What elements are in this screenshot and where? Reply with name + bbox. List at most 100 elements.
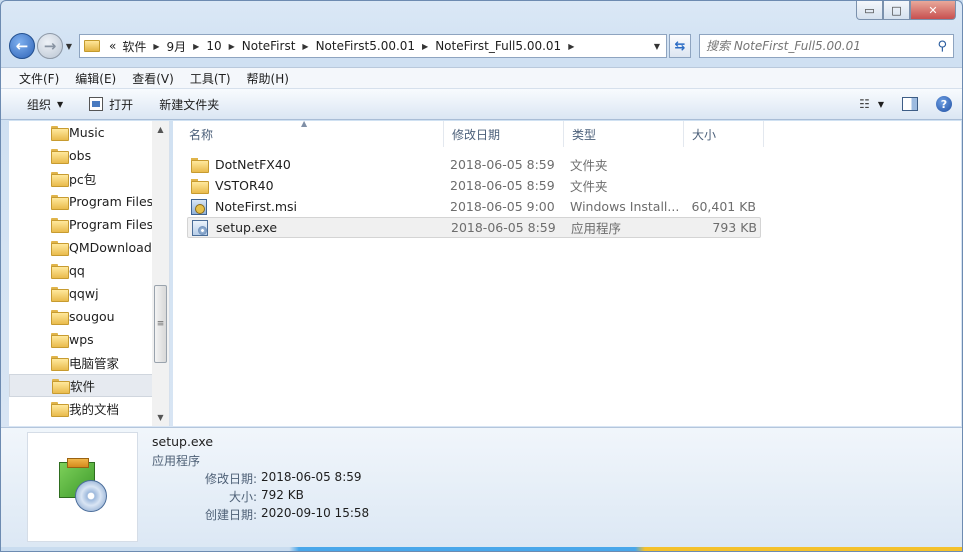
chevron-right-icon[interactable]: ▶ [225,42,239,51]
chevron-right-icon[interactable]: ▶ [189,42,203,51]
file-row-selected[interactable]: setup.exe 2018-06-05 8:59 应用程序 793 KB [187,217,761,238]
chevron-down-icon: ▼ [57,99,64,109]
preview-pane-icon[interactable] [902,97,918,111]
installer-icon [58,458,107,512]
open-label: 打开 [109,97,134,112]
search-box[interactable]: ⚲ [699,34,954,58]
breadcrumb-item[interactable]: NoteFirst [239,39,299,53]
details-file-name: setup.exe [152,434,214,449]
column-type[interactable]: 类型 [564,121,684,147]
column-name[interactable]: 名称 ▲ [173,119,444,147]
help-icon[interactable]: ? [936,96,952,112]
sidebar-item-music[interactable]: Music [9,121,153,144]
disc-icon [74,480,107,512]
column-date[interactable]: 修改日期 [444,121,564,147]
close-button[interactable]: ✕ [910,1,956,20]
address-dropdown-icon[interactable]: ▼ [652,42,662,51]
view-dropdown-icon[interactable]: ▼ [878,100,884,109]
sidebar-item-qq[interactable]: qq [9,259,153,282]
file-name: DotNetFX40 [215,157,291,172]
menu-bar: 文件(F) 编辑(E) 查看(V) 工具(T) 帮助(H) [1,67,962,89]
forward-button[interactable]: → [37,33,63,59]
sidebar-item-qmdownload[interactable]: QMDownload [9,236,153,259]
file-row[interactable]: NoteFirst.msi 2018-06-05 9:00 Windows In… [187,196,761,217]
sidebar-item-qqwj[interactable]: qqwj [9,282,153,305]
sidebar-item-pc-bao[interactable]: pc包 [9,167,153,190]
maximize-button[interactable]: □ [883,1,910,20]
sidebar-item-label: qq [69,263,85,278]
refresh-icon: ⇆ [674,38,686,54]
file-row[interactable]: VSTOR40 2018-06-05 8:59 文件夹 [187,175,761,196]
breadcrumb-item[interactable]: 9月 [164,38,190,55]
sidebar-item-label: QMDownload [69,240,152,255]
organize-button[interactable]: 组织 ▼ [17,92,73,116]
column-date-label: 修改日期 [452,127,501,142]
sidebar-item-pc-manager[interactable]: 电脑管家 [9,351,153,374]
breadcrumb-item[interactable]: 软件 [119,38,149,55]
msi-icon [191,198,207,215]
menu-view[interactable]: 查看(V) [124,70,182,87]
sidebar-item-my-documents[interactable]: 我的文档 [9,397,153,420]
menu-help[interactable]: 帮助(H) [239,70,297,87]
chevron-right-icon[interactable]: ▶ [418,42,432,51]
scroll-up-icon[interactable]: ▲ [152,121,169,138]
scroll-down-icon[interactable]: ▼ [152,409,169,426]
new-folder-label: 新建文件夹 [159,97,220,112]
folder-icon [51,402,69,417]
folder-icon [52,379,70,394]
file-type: 文件夹 [570,158,608,173]
file-type: Windows Install... [570,199,680,214]
column-name-label: 名称 [189,127,214,142]
sidebar-scrollbar[interactable]: ▲ ≡ ▼ [152,121,169,426]
sidebar-item-label: qqwj [69,286,99,301]
column-size[interactable]: 大小 [684,121,764,147]
menu-file[interactable]: 文件(F) [11,70,67,87]
details-modified: 修改日期: 2018-06-05 8:59 [151,470,362,487]
file-name-cell: DotNetFX40 [187,157,444,173]
file-date: 2018-06-05 8:59 [450,157,555,172]
file-row[interactable]: DotNetFX40 2018-06-05 8:59 文件夹 [187,154,761,175]
new-folder-button[interactable]: 新建文件夹 [149,92,229,116]
menu-tools[interactable]: 工具(T) [182,70,239,87]
sidebar-item-program-files[interactable]: Program Files [9,190,153,213]
refresh-button[interactable]: ⇆ [669,34,691,58]
search-icon[interactable]: ⚲ [937,39,947,54]
chevron-right-icon[interactable]: ▶ [298,42,312,51]
scrollbar-thumb[interactable]: ≡ [154,285,167,363]
file-list: 名称 ▲ 修改日期 类型 大小 DotNetFX40 2018-06-05 8:… [173,119,961,426]
sidebar-item-label: Music [69,125,105,140]
folder-icon [51,264,69,279]
sidebar-item-label: Program Files [69,217,154,232]
sidebar-item-obs[interactable]: obs [9,144,153,167]
sidebar-item-program-files-2[interactable]: Program Files [9,213,153,236]
file-size: 793 KB [712,220,757,235]
file-date: 2018-06-05 8:59 [451,220,556,235]
back-button[interactable]: ← [9,33,35,59]
view-options-icon[interactable]: ☷ [859,97,870,111]
close-icon: ✕ [928,3,938,17]
search-input[interactable] [706,39,938,53]
chevron-right-icon[interactable]: ▶ [149,42,163,51]
chevron-right-icon[interactable]: ▶ [564,42,578,51]
sidebar-item-label: 电脑管家 [69,356,120,371]
sidebar-item-software[interactable]: 软件 [9,374,153,397]
recent-pages-dropdown[interactable]: ▼ [63,42,75,51]
menu-edit[interactable]: 编辑(E) [67,70,124,87]
folder-icon [51,287,69,302]
sidebar-item-label: pc包 [69,172,97,187]
breadcrumb-overflow[interactable]: « [106,39,119,53]
details-created-value: 2020-09-10 15:58 [261,506,370,520]
breadcrumb-item[interactable]: NoteFirst_Full5.00.01 [432,39,564,53]
sidebar-item-wps[interactable]: wps [9,328,153,351]
folder-icon [51,356,69,371]
column-header: 名称 ▲ 修改日期 类型 大小 [173,119,961,147]
breadcrumb-item[interactable]: NoteFirst5.00.01 [313,39,418,53]
minimize-button[interactable]: ▭ [856,1,883,20]
open-button[interactable]: 打开 [79,92,143,116]
address-bar[interactable]: « 软件 ▶ 9月 ▶ 10 ▶ NoteFirst ▶ NoteFirst5.… [79,34,667,58]
breadcrumb-item[interactable]: 10 [203,39,224,53]
details-file-type: 应用程序 [152,454,201,468]
taskbar-edge [1,547,962,551]
sidebar-item-sougou[interactable]: sougou [9,305,153,328]
details-modified-label: 修改日期: [204,472,257,486]
